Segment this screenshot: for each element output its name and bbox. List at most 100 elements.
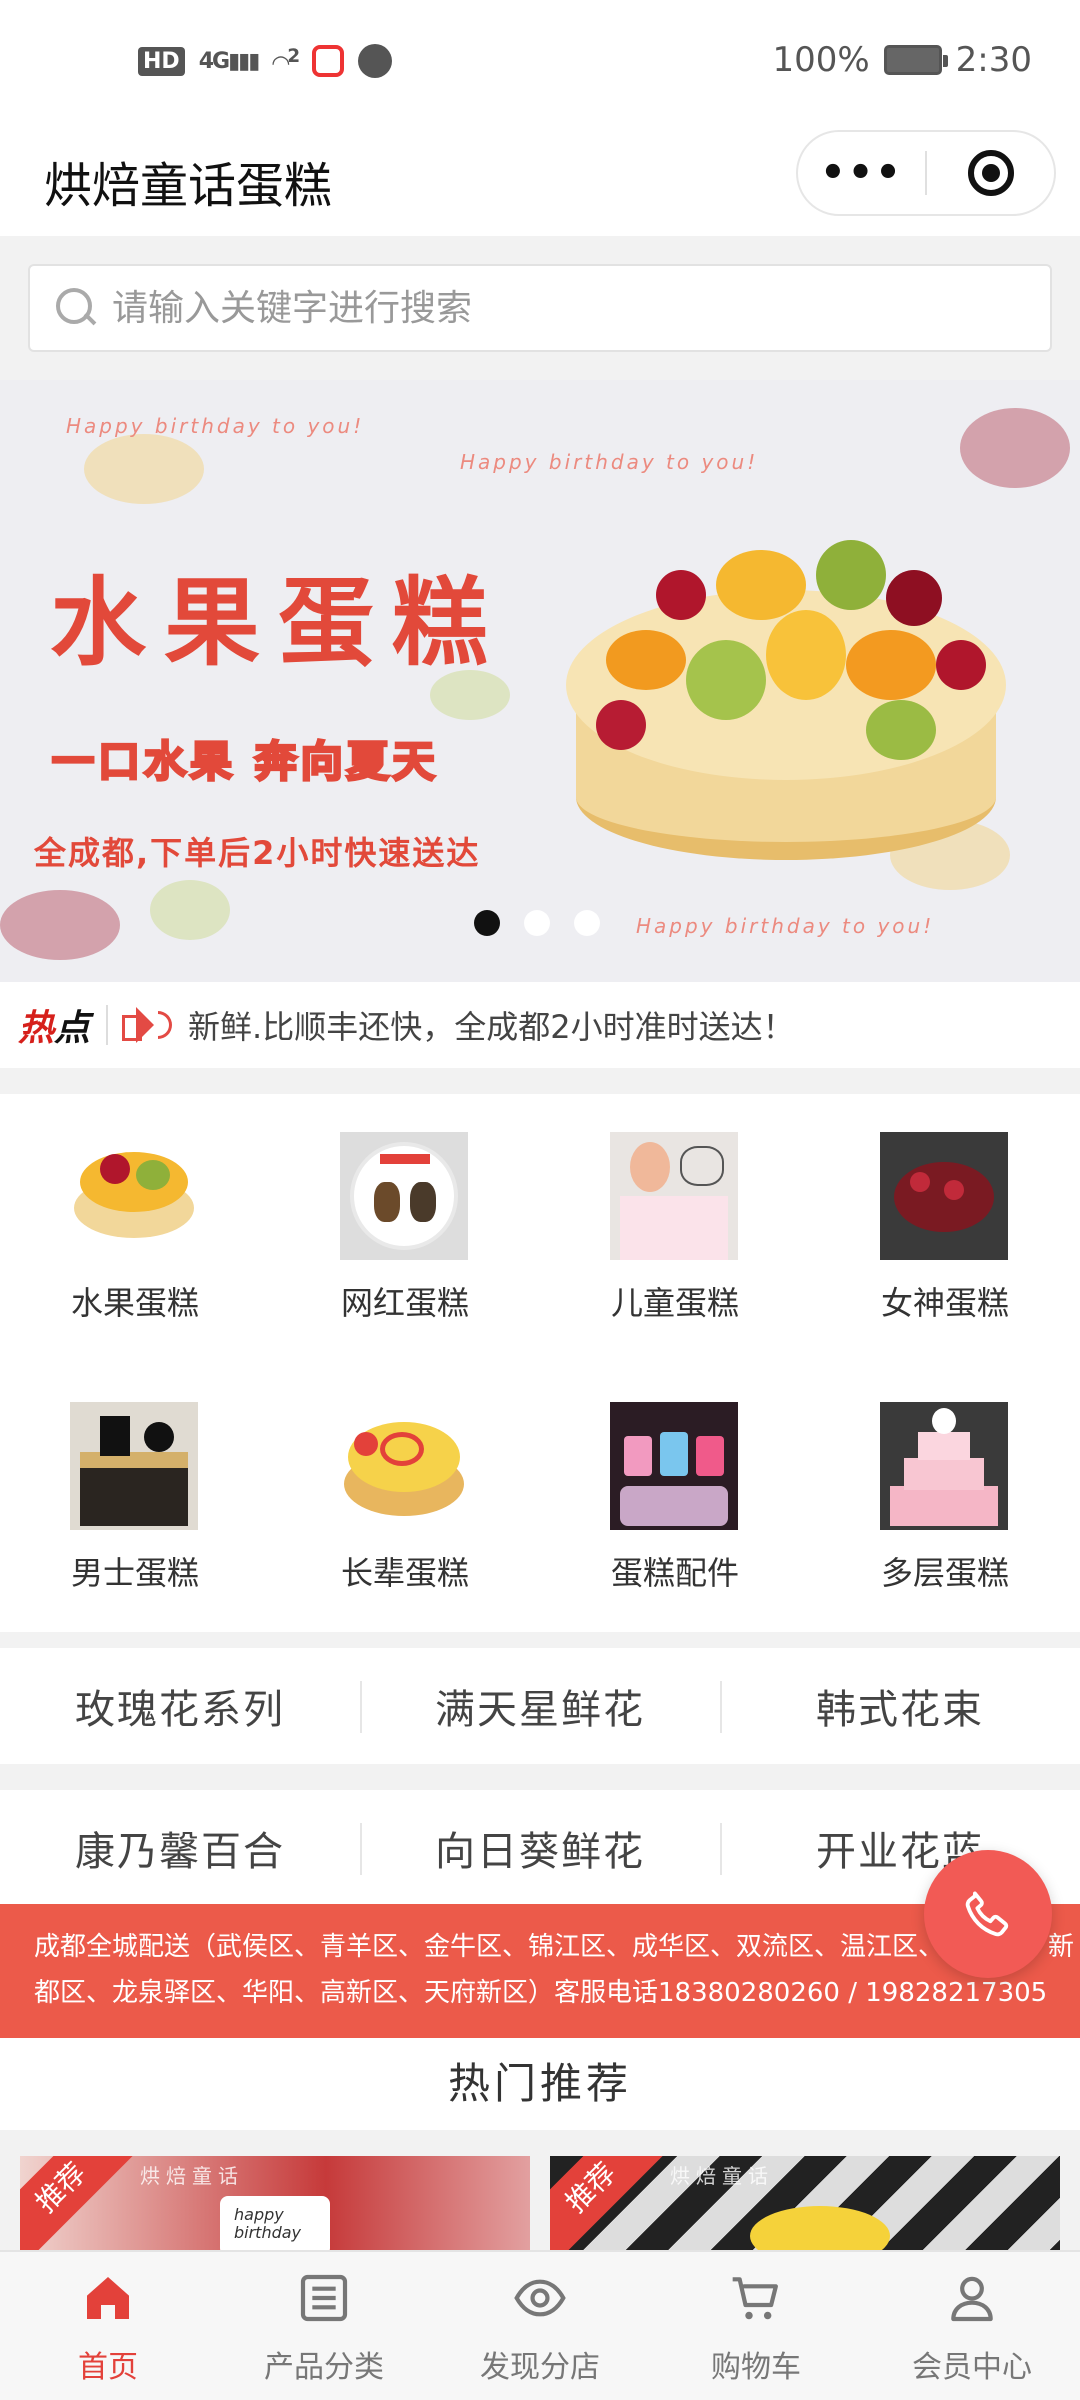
category-label: 蛋糕配件 [610,1554,739,1592]
nav-find-store[interactable]: 发现分店 [432,2252,648,2400]
category-label: 多层蛋糕 [880,1554,1009,1592]
banner-greeting: Happy birthday to you! [636,914,935,938]
category-accessories[interactable]: 蛋糕配件 [540,1364,810,1614]
banner-greeting: Happy birthday to you! [460,450,759,474]
home-icon [87,2277,129,2319]
banner-title: 水果蛋糕 [50,567,506,679]
tab-babys-breath[interactable]: 满天星鲜花 [360,1677,720,1735]
delivery-notice: 成都全城配送（武侯区、青羊区、金牛区、锦江区、成华区、双流区、温江区、郫都区、新… [0,1904,1080,2038]
hot-recommend-header: 热门推荐 [0,2038,1080,2130]
browser-icon [358,44,393,78]
goddess-cake-image [880,1132,1008,1260]
category-kids-cake[interactable]: 儿童蛋糕 [540,1094,810,1344]
nav-label: 产品分类 [264,2350,384,2385]
call-button[interactable] [924,1850,1052,1978]
hot-label-a: 热 [18,1008,55,1049]
category-trendy-cake[interactable]: 网红蛋糕 [270,1094,540,1344]
cherry-decoration [960,408,1070,488]
target-icon [967,150,1014,196]
carousel-dot-2[interactable] [524,910,550,936]
search-bar[interactable] [28,264,1052,352]
tiered-cake-image [880,1402,1008,1530]
category-label: 儿童蛋糕 [610,1284,739,1322]
banner-delivery-text: 全成都,下单后2小时快速送达 [34,834,481,872]
category-label: 水果蛋糕 [70,1284,199,1322]
status-right: 100% 2:30 [772,40,1032,80]
tab-sunflower[interactable]: 向日葵鲜花 [360,1819,720,1877]
recommend-card-2[interactable]: 烘焙童话 推荐 [550,2156,1060,2250]
cherry-fruit [936,640,986,690]
fruit-cake-image [566,530,1006,870]
hd-badge: HD [138,46,185,76]
carousel-dot-3[interactable] [574,910,600,936]
nav-label: 发现分店 [480,2350,600,2385]
notice-line-2: 都区、龙泉驿区、华阳、高新区、天府新区）客服电话18380280260 / 19… [34,1978,1048,2008]
kiwi-fruit [816,540,886,610]
tab-korean-bouquet[interactable]: 韩式花束 [720,1677,1080,1735]
category-label: 网红蛋糕 [340,1284,469,1322]
kids-cake-image [610,1132,738,1260]
recommend-list: happy birthday 烘焙童话 推荐 烘焙童话 推荐 [0,2130,1080,2250]
nav-cart[interactable]: 购物车 [648,2252,864,2400]
battery-percent: 100% [772,40,870,80]
hot-news-bar[interactable]: 热点 新鲜.比顺丰还快，全成都2小时准时送达！ [0,982,1080,1068]
nav-label: 会员中心 [912,2350,1032,2385]
elder-cake-image [340,1402,468,1530]
tab-carnation-lily[interactable]: 康乃馨百合 [0,1819,360,1877]
status-bar: HD 4G▮▮▮ ◠2 100% 2:30 [0,0,1080,130]
cherry-fruit [596,700,646,750]
recommend-card-1[interactable]: happy birthday 烘焙童话 推荐 [20,2156,530,2250]
fruit-cake-image [70,1132,198,1260]
signal-icon: 4G▮▮▮ [198,48,261,74]
hot-label-b: 点 [54,1008,91,1049]
card-brand: 烘焙童话 [140,2164,244,2188]
flower-tabs-row-1: 玫瑰花系列 满天星鲜花 韩式花束 [0,1648,1080,1764]
hotspot-count: 2 [287,45,300,67]
category-elder-cake[interactable]: 长辈蛋糕 [270,1364,540,1614]
kiwi-fruit [686,640,766,720]
search-icon [56,288,96,328]
category-label: 女神蛋糕 [880,1284,1009,1322]
clock: 2:30 [955,40,1032,80]
trendy-cake-image [340,1132,468,1260]
cherry-fruit [886,570,942,626]
nav-home[interactable]: 首页 [0,2252,216,2400]
close-miniprogram-button[interactable] [927,150,1054,196]
category-mens-cake[interactable]: 男士蛋糕 [0,1364,270,1614]
app-notification-icon [312,45,345,77]
banner-greeting: Happy birthday to you! [66,414,365,438]
nav-member-center[interactable]: 会员中心 [864,2252,1080,2400]
search-input[interactable] [112,287,1012,329]
category-tiered-cake[interactable]: 多层蛋糕 [810,1364,1080,1614]
network-type: 4G [198,48,230,74]
promo-banner[interactable]: Happy birthday to you! Happy birthday to… [0,380,1080,982]
category-label: 长辈蛋糕 [340,1554,469,1592]
nav-categories[interactable]: 产品分类 [216,2252,432,2400]
eye-icon [514,2279,566,2317]
user-icon [951,2276,993,2322]
bottom-navigation: 首页 产品分类 发现分店 购物车 会员中心 [0,2250,1080,2400]
hot-divider [106,1005,109,1045]
cherry-fruit [656,570,706,620]
carousel-dots [474,910,600,936]
carousel-dot-1[interactable] [474,910,500,936]
category-fruit-cake[interactable]: 水果蛋糕 [0,1094,270,1344]
category-goddess-cake[interactable]: 女神蛋糕 [810,1094,1080,1344]
category-label: 男士蛋糕 [70,1554,199,1592]
tab-rose-series[interactable]: 玫瑰花系列 [0,1677,360,1735]
status-indicators: HD 4G▮▮▮ ◠2 [138,44,393,78]
kiwi-fruit [866,700,936,760]
cart-icon [732,2277,778,2320]
battery-icon [883,45,948,75]
category-grid: 水果蛋糕 网红蛋糕 儿童蛋糕 女神蛋糕 男士蛋糕 长辈蛋糕 蛋糕配件 多层蛋糕 [0,1094,1080,1632]
kiwi-decoration [150,880,230,940]
orange-fruit [606,630,686,690]
banner-subtitle: 一口水果 奔向夏天 [51,736,439,788]
list-icon [300,2274,348,2322]
hotspot-icon: ◠2 [272,45,300,77]
mango-fruit [716,550,806,620]
nav-label: 购物车 [711,2350,801,2385]
miniprogram-capsule: ••• [796,130,1056,216]
more-button[interactable]: ••• [798,150,925,196]
speaker-waves [158,1011,173,1039]
